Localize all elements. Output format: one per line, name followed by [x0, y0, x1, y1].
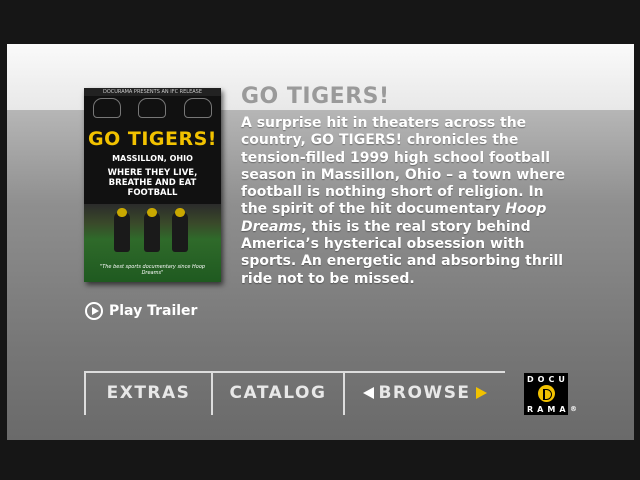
laurel-icon — [92, 98, 121, 118]
dvd-cover: DOCURAMA PRESENTS AN IFC RELEASE GO TIGE… — [84, 88, 221, 282]
logo-disc-icon — [538, 385, 555, 402]
play-trailer-label: Play Trailer — [109, 303, 198, 319]
laurel-icon — [184, 98, 213, 118]
cover-top-strip: DOCURAMA PRESENTS AN IFC RELEASE — [84, 88, 221, 96]
menu-panel: DOCURAMA PRESENTS AN IFC RELEASE GO TIGE… — [7, 44, 634, 440]
movie-description: A surprise hit in theaters across the co… — [241, 115, 571, 288]
cover-title: GO TIGERS! — [88, 128, 217, 150]
arrow-right-icon — [475, 387, 487, 399]
cover-quote: "The best sports documentary since Hoop … — [99, 264, 206, 276]
cover-photo: "The best sports documentary since Hoop … — [84, 204, 221, 282]
play-icon — [85, 302, 103, 320]
play-trailer-button[interactable]: Play Trailer — [85, 302, 197, 320]
cover-location: MASSILLON, OHIO — [112, 154, 193, 163]
docurama-logo: DOCU RAMA ® — [524, 373, 577, 415]
registered-mark: ® — [570, 405, 577, 413]
logo-text-top: DOCU — [527, 375, 569, 384]
cover-tagline: WHERE THEY LIVE, BREATHE AND EAT FOOTBAL… — [107, 168, 198, 198]
catalog-button[interactable]: CATALOG — [213, 371, 343, 415]
player-figure — [172, 208, 188, 252]
player-figure — [114, 208, 130, 252]
browse-label: BROWSE — [378, 383, 471, 403]
arrow-left-icon — [363, 387, 375, 399]
movie-title: GO TIGERS! — [241, 84, 390, 109]
extras-button[interactable]: EXTRAS — [86, 371, 211, 415]
cover-laurels — [84, 98, 221, 118]
player-figure — [144, 208, 160, 252]
menu-nav: EXTRAS CATALOG BROWSE — [84, 371, 505, 415]
browse-button[interactable]: BROWSE — [345, 371, 505, 415]
logo-text-bottom: RAMA — [527, 405, 570, 414]
laurel-icon — [138, 98, 167, 118]
dvd-menu-screen: DOCURAMA PRESENTS AN IFC RELEASE GO TIGE… — [0, 0, 640, 480]
